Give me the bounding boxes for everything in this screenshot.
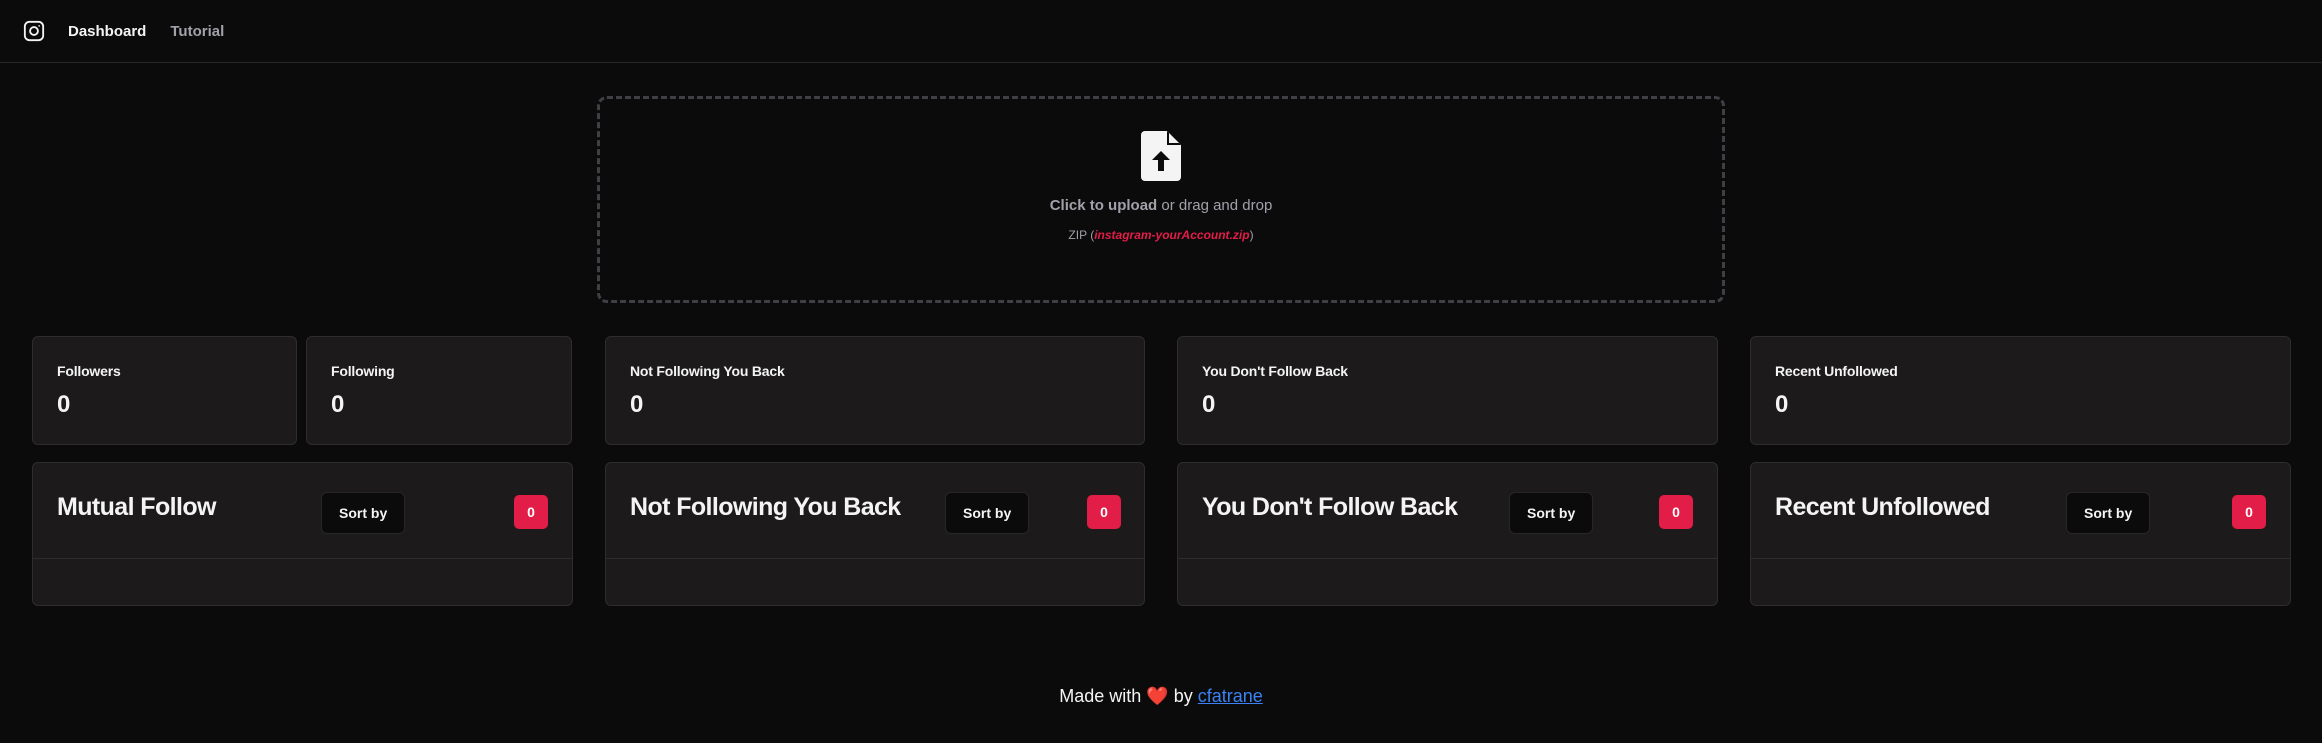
upload-format-hint: ZIP (instagram-yourAccount.zip) — [1068, 228, 1253, 242]
upload-cta[interactable]: Click to upload — [1050, 197, 1158, 214]
top-navbar: Dashboard Tutorial — [0, 0, 2322, 63]
upload-instruction: Click to upload or drag and drop — [1050, 197, 1273, 214]
heart-icon: ❤️ — [1146, 686, 1169, 706]
stat-label-not-following-back: Not Following You Back — [630, 363, 785, 379]
upload-format-suffix: ) — [1249, 228, 1254, 242]
stat-label-you-dont-follow-back: You Don't Follow Back — [1202, 363, 1348, 379]
stat-card-recent-unfollowed: Recent Unfollowed 0 — [1750, 336, 2291, 445]
stat-card-following: Following 0 — [306, 336, 572, 445]
sort-by-button[interactable]: Sort by — [321, 492, 406, 534]
list-divider — [1751, 558, 2290, 559]
list-divider — [33, 558, 572, 559]
stat-value-followers: 0 — [57, 391, 71, 418]
footer: Made with ❤️ by cfatrane — [0, 686, 2322, 707]
list-title-not-following-back: Not Following You Back — [630, 493, 901, 521]
stat-label-followers: Followers — [57, 363, 121, 379]
author-link[interactable]: cfatrane — [1198, 686, 1263, 706]
stat-card-not-following-back: Not Following You Back 0 — [605, 336, 1145, 445]
nav-dashboard-link[interactable]: Dashboard — [68, 23, 146, 40]
list-title-recent-unfollowed: Recent Unfollowed — [1775, 493, 1990, 521]
count-badge: 0 — [514, 495, 548, 529]
list-card-mutual-follow: Mutual Follow Sort by 0 — [32, 462, 573, 606]
sort-by-button[interactable]: Sort by — [945, 492, 1030, 534]
list-title-mutual-follow: Mutual Follow — [57, 493, 216, 521]
footer-prefix: Made with — [1059, 686, 1147, 706]
list-divider — [1178, 558, 1717, 559]
sort-by-button[interactable]: Sort by — [1509, 492, 1594, 534]
stat-card-you-dont-follow-back: You Don't Follow Back 0 — [1177, 336, 1718, 445]
sort-by-button[interactable]: Sort by — [2066, 492, 2151, 534]
stat-card-followers: Followers 0 — [32, 336, 297, 445]
stat-value-you-dont-follow-back: 0 — [1202, 391, 1216, 418]
upload-format-prefix: ZIP ( — [1068, 228, 1095, 242]
upload-instruction-rest: or drag and drop — [1157, 197, 1273, 214]
list-card-not-following-back: Not Following You Back Sort by 0 — [605, 462, 1145, 606]
list-title-you-dont-follow-back: You Don't Follow Back — [1202, 493, 1458, 521]
file-upload-dropzone[interactable]: Click to upload or drag and drop ZIP (in… — [597, 96, 1725, 303]
list-divider — [606, 558, 1144, 559]
stat-value-following: 0 — [331, 391, 345, 418]
list-card-you-dont-follow-back: You Don't Follow Back Sort by 0 — [1177, 462, 1718, 606]
stat-label-following: Following — [331, 363, 395, 379]
file-upload-icon — [1141, 131, 1181, 181]
stat-value-not-following-back: 0 — [630, 391, 644, 418]
count-badge: 0 — [1087, 495, 1121, 529]
upload-format-filename: instagram-yourAccount.zip — [1094, 228, 1250, 242]
stat-value-recent-unfollowed: 0 — [1775, 391, 1789, 418]
list-card-recent-unfollowed: Recent Unfollowed Sort by 0 — [1750, 462, 2291, 606]
nav-tutorial-link[interactable]: Tutorial — [170, 23, 224, 40]
instagram-icon[interactable] — [22, 19, 46, 43]
count-badge: 0 — [1659, 495, 1693, 529]
count-badge: 0 — [2232, 495, 2266, 529]
footer-by: by — [1168, 686, 1198, 706]
stat-label-recent-unfollowed: Recent Unfollowed — [1775, 363, 1898, 379]
